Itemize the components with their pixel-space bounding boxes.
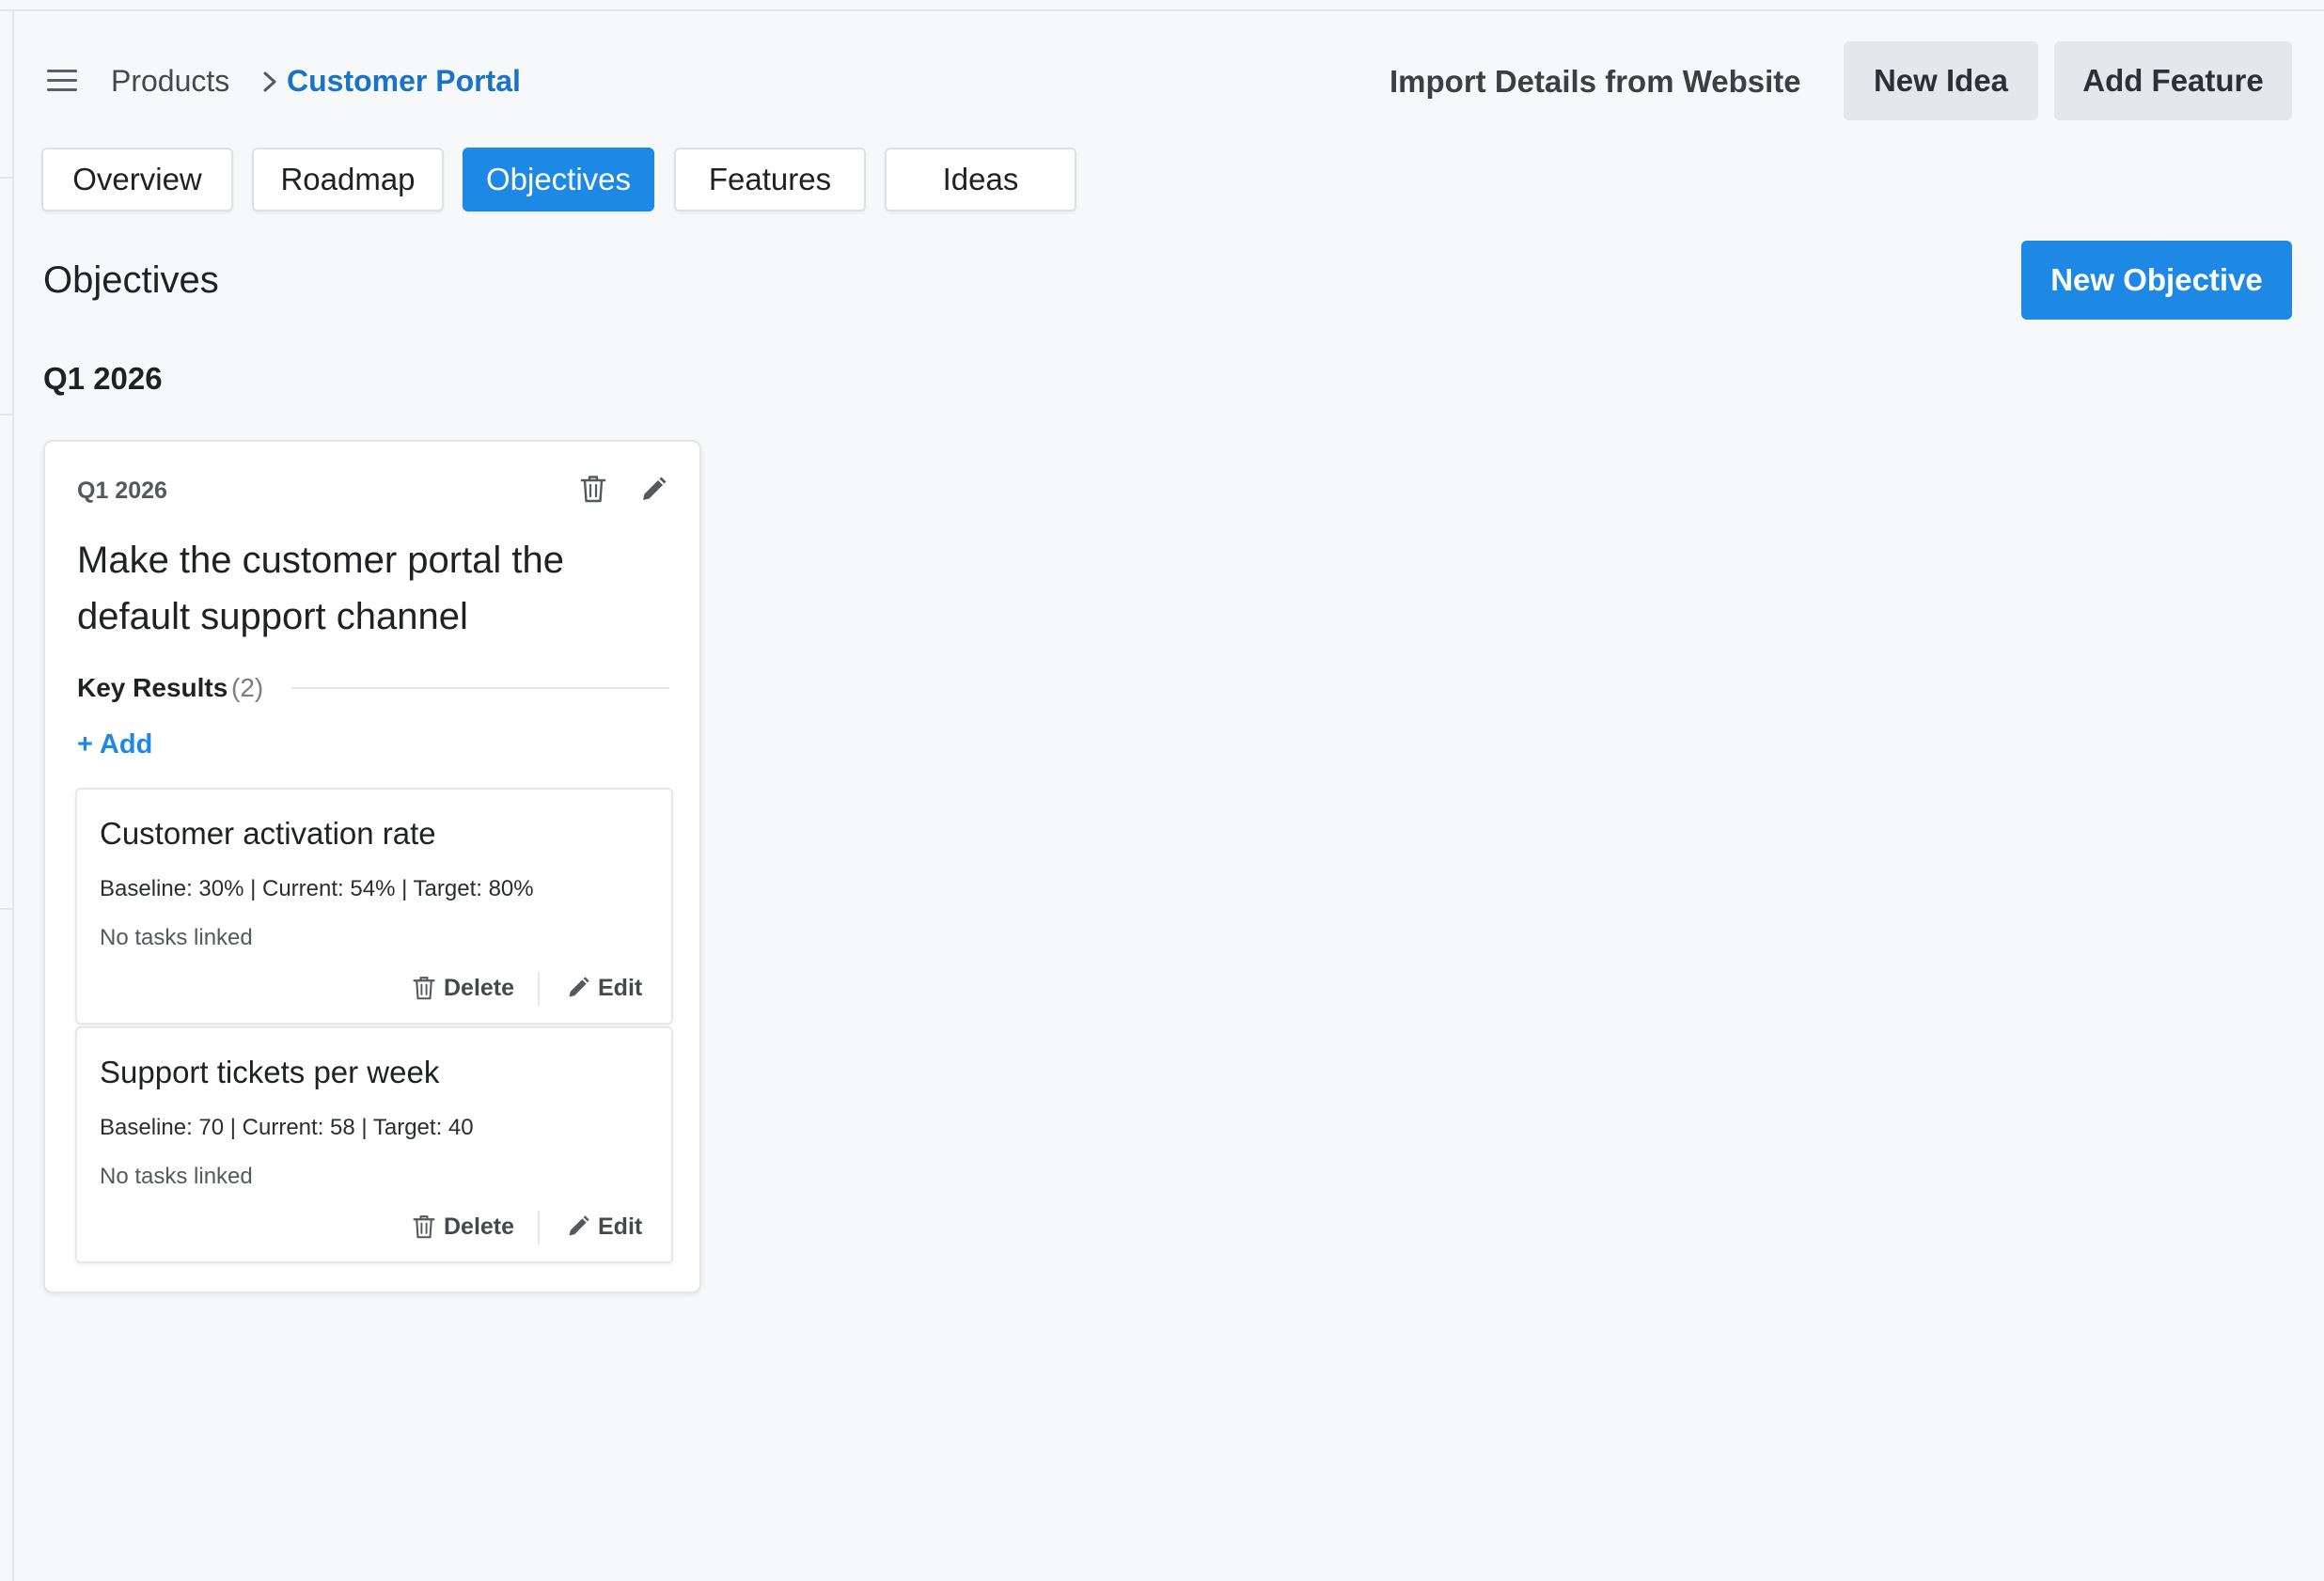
tab-ideas[interactable]: Ideas [885, 148, 1076, 211]
quarter-heading: Q1 2026 [43, 361, 163, 396]
delete-key-result-button[interactable]: Delete [412, 972, 514, 1004]
top-border [0, 0, 2324, 11]
left-sidebar-edge [0, 11, 14, 1581]
trash-icon [413, 977, 435, 1000]
key-results-label: Key Results [77, 673, 228, 702]
key-result-title: Customer activation rate [100, 816, 436, 851]
key-result-card: Customer activation rate Baseline: 30% |… [75, 788, 673, 1025]
edit-label: Edit [598, 974, 643, 1001]
key-result-metrics: Baseline: 70 | Current: 58 | Target: 40 [100, 1115, 474, 1140]
tab-features[interactable]: Features [674, 148, 866, 211]
divider [291, 687, 669, 689]
key-result-card: Support tickets per week Baseline: 70 | … [75, 1026, 673, 1263]
breadcrumb-current: Customer Portal [287, 64, 521, 98]
objective-title: Make the customer portal the default sup… [77, 540, 565, 637]
edit-label: Edit [598, 1213, 643, 1240]
tab-overview[interactable]: Overview [41, 148, 233, 211]
delete-key-result-button[interactable]: Delete [412, 1211, 514, 1243]
delete-label: Delete [444, 974, 515, 1001]
trash-icon[interactable] [579, 474, 607, 504]
add-feature-button[interactable]: Add Feature [2054, 41, 2292, 120]
edit-key-result-button[interactable]: Edit [566, 1211, 642, 1243]
import-details-button[interactable]: Import Details from Website [1390, 64, 1801, 100]
trash-icon [413, 1215, 435, 1239]
edit-key-result-button[interactable]: Edit [566, 972, 642, 1004]
key-result-tasks: No tasks linked [100, 1164, 253, 1189]
tab-objectives[interactable]: Objectives [463, 148, 654, 211]
action-divider [538, 1211, 540, 1244]
objective-quarter: Q1 2026 [77, 477, 167, 504]
key-results-count: (2) [231, 673, 264, 702]
objectives-page: Products Customer Portal Import Details … [0, 0, 2324, 1581]
pencil-icon [569, 977, 589, 997]
page-title: Objectives [43, 259, 219, 301]
key-result-tasks: No tasks linked [100, 925, 253, 950]
chevron-right-icon [263, 71, 276, 92]
key-result-title: Support tickets per week [100, 1055, 440, 1089]
breadcrumb-products[interactable]: Products [111, 64, 229, 99]
tab-roadmap[interactable]: Roadmap [252, 148, 444, 211]
pencil-icon [569, 1215, 589, 1236]
delete-label: Delete [444, 1213, 515, 1240]
objective-card: Q1 2026 Make the customer portal the def… [43, 440, 701, 1293]
new-objective-button[interactable]: New Objective [2021, 241, 2292, 320]
key-result-metrics: Baseline: 30% | Current: 54% | Target: 8… [100, 876, 534, 901]
hamburger-menu-icon[interactable] [47, 70, 77, 94]
pencil-icon[interactable] [639, 476, 667, 504]
add-key-result-button[interactable]: + Add [77, 729, 152, 760]
new-idea-button[interactable]: New Idea [1844, 41, 2038, 120]
action-divider [538, 972, 540, 1006]
